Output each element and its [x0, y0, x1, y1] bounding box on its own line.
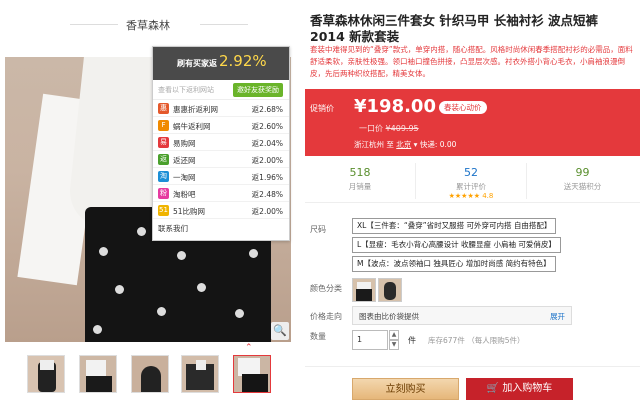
- stat-monthly-sales: 518 月销量: [305, 163, 416, 199]
- shop-name[interactable]: 香草森林: [0, 17, 296, 33]
- color-swatch-1[interactable]: [352, 278, 376, 302]
- cashback-site-icon: 返: [158, 154, 169, 165]
- price-trend-bar: 图表由比价袋提供 展开: [352, 306, 572, 325]
- stat-value: 99: [575, 166, 590, 179]
- promo-badge[interactable]: 春装心动价: [439, 101, 487, 114]
- quantity-up-icon[interactable]: ▲: [389, 330, 399, 340]
- cart-icon: 🛒: [486, 383, 500, 394]
- cashback-site-row[interactable]: 返返还网 返2.00%: [153, 151, 289, 168]
- quantity-unit: 件: [408, 336, 416, 345]
- ship-to-select[interactable]: 北京: [396, 140, 411, 149]
- product-description: 套装中难得见到的“叠穿”款式，单穿内搭，随心搭配。风格时尚休闲春季搭配衬衫的必需…: [310, 45, 633, 78]
- stat-points: 99 送天猫积分: [527, 163, 638, 199]
- cashback-rate: 2.92%: [219, 52, 267, 70]
- invite-friends-button[interactable]: 邀好友获奖励: [233, 83, 283, 97]
- product-stats: 518 月销量 52 累计评价 ★★★★★ 4.8 99 送天猫积分: [305, 163, 640, 203]
- quantity-input[interactable]: 1: [352, 330, 388, 350]
- cashback-search-row: 查看以下返利网站 邀好友获奖励: [153, 80, 289, 100]
- cashback-site-name: 蜗牛返利网: [173, 122, 211, 131]
- thumbnail-2[interactable]: [79, 355, 117, 393]
- cashback-site-row[interactable]: 粉淘粉吧 返2.48%: [153, 185, 289, 202]
- cashback-site-row[interactable]: 51 51比购网 返2.00%: [153, 202, 289, 219]
- thumbnail-1[interactable]: [27, 355, 65, 393]
- cashback-search-hint: 查看以下返利网站: [158, 86, 214, 94]
- cashback-site-name: 返还网: [173, 156, 196, 165]
- cashback-site-rate: 返2.04%: [251, 139, 283, 148]
- divider: [305, 366, 640, 367]
- cashback-site-row[interactable]: 惠惠惠折返利网 返2.68%: [153, 100, 289, 117]
- cashback-site-rate: 返2.00%: [251, 156, 283, 165]
- cashback-site-rate: 返2.48%: [251, 190, 283, 199]
- stat-label: 累计评价: [456, 182, 486, 191]
- cashback-panel: 刷有买家返 2.92% 查看以下返利网站 邀好友获奖励 惠惠惠折返利网 返2.68…: [152, 46, 290, 241]
- add-to-cart-button[interactable]: 🛒 加入购物车: [466, 378, 573, 400]
- size-option-m[interactable]: M【波点：波点领袖口 独具匠心 增加时尚感 简约有特色】: [352, 256, 556, 272]
- contact-us-link[interactable]: 联系我们: [153, 219, 289, 238]
- thumbs-up-arrow-icon[interactable]: ⌃: [245, 343, 253, 353]
- price-trend-label: 价格走向: [310, 312, 342, 321]
- cashback-site-icon: 51: [158, 205, 169, 216]
- thumbnail-strip: [27, 355, 277, 395]
- buy-now-button[interactable]: 立刻购买: [352, 378, 459, 400]
- original-price: 一口价 ¥409.95: [359, 123, 419, 134]
- product-title: 香草森林休闲三件套女 针织马甲 长袖衬衫 波点短裤 2014 新款套装: [310, 13, 599, 44]
- promo-price: ¥198.00: [354, 96, 436, 117]
- size-option-xl[interactable]: XL【三件套：“叠穿”省时又服搭 可外穿可内搭 自由搭配】: [352, 218, 557, 234]
- add-to-cart-label: 加入购物车: [502, 383, 553, 394]
- divider: [200, 24, 248, 25]
- thumbnail-3[interactable]: [131, 355, 169, 393]
- price-panel: 促销价 ¥198.00 春装心动价 一口价 ¥409.95 浙江杭州 至 北京 …: [305, 89, 640, 156]
- original-price-label: 一口价: [359, 124, 383, 133]
- shop-header: 香草森林: [0, 0, 296, 44]
- thumbnail-5[interactable]: [233, 355, 271, 393]
- stat-value: 518: [349, 166, 371, 179]
- color-label: 颜色分类: [310, 284, 342, 293]
- cashback-site-name: 淘粉吧: [173, 190, 196, 199]
- rating-stars: ★★★★★ 4.8: [448, 192, 494, 200]
- cashback-site-rate: 返1.96%: [251, 173, 283, 182]
- stat-label: 送天猫积分: [563, 182, 602, 191]
- chevron-down-icon: ▾: [413, 140, 418, 149]
- stat-reviews[interactable]: 52 累计评价 ★★★★★ 4.8: [416, 163, 527, 200]
- cashback-site-icon: 粉: [158, 188, 169, 199]
- cashback-site-rate: 返2.60%: [251, 122, 283, 131]
- cashback-site-name: 易购网: [173, 139, 196, 148]
- stat-label-row: 累计评价: [416, 181, 526, 192]
- cashback-header-label: 刷有买家返: [177, 59, 217, 68]
- color-swatch-2[interactable]: [378, 278, 402, 302]
- ship-from: 浙江杭州: [354, 140, 384, 149]
- cashback-site-name: 惠惠折返利网: [173, 105, 218, 114]
- original-price-value: ¥409.95: [385, 124, 419, 133]
- express-fee: 快递: 0.00: [419, 140, 457, 149]
- cashback-site-icon: F: [158, 120, 169, 131]
- cashback-site-name: 一淘网: [173, 173, 196, 182]
- promo-price-label: 促销价: [310, 104, 334, 113]
- cashback-site-row[interactable]: F 蜗牛返利网 返2.60%: [153, 117, 289, 134]
- ship-to-label: 至: [386, 140, 394, 149]
- stat-value: 52: [464, 166, 478, 179]
- quantity-down-icon[interactable]: ▼: [389, 340, 399, 350]
- zoom-icon[interactable]: 🔍: [271, 322, 289, 340]
- cashback-site-name: 51比购网: [173, 207, 206, 216]
- shipping-info: 浙江杭州 至 北京 ▾ 快递: 0.00: [354, 139, 456, 150]
- size-option-l[interactable]: L【显瘦：毛衣小背心高腰设计 收腰显瘦 小肩袖 可爱俏皮】: [352, 237, 561, 253]
- cashback-site-list: 惠惠惠折返利网 返2.68% F 蜗牛返利网 返2.60% 易易购网 返2.04% 返返还网返…: [153, 100, 289, 219]
- cashback-site-icon: 淘: [158, 171, 169, 182]
- size-label: 尺码: [310, 225, 326, 234]
- price-trend-text: 图表由比价袋提供: [359, 312, 419, 321]
- cashback-header: 刷有买家返 2.92%: [153, 47, 289, 80]
- stock-info: 库存677件 （每人限购5件）: [428, 336, 525, 345]
- cashback-site-row[interactable]: 易易购网 返2.04%: [153, 134, 289, 151]
- cashback-site-icon: 惠: [158, 103, 169, 114]
- thumbnail-4[interactable]: [181, 355, 219, 393]
- price-trend-expand[interactable]: 展开: [550, 311, 565, 322]
- cashback-site-row[interactable]: 淘一淘网 返1.96%: [153, 168, 289, 185]
- quantity-label: 数量: [310, 332, 326, 341]
- cashback-site-rate: 返2.00%: [251, 207, 283, 216]
- cashback-site-icon: 易: [158, 137, 169, 148]
- cashback-site-rate: 返2.68%: [251, 105, 283, 114]
- stat-label: 月销量: [348, 182, 372, 191]
